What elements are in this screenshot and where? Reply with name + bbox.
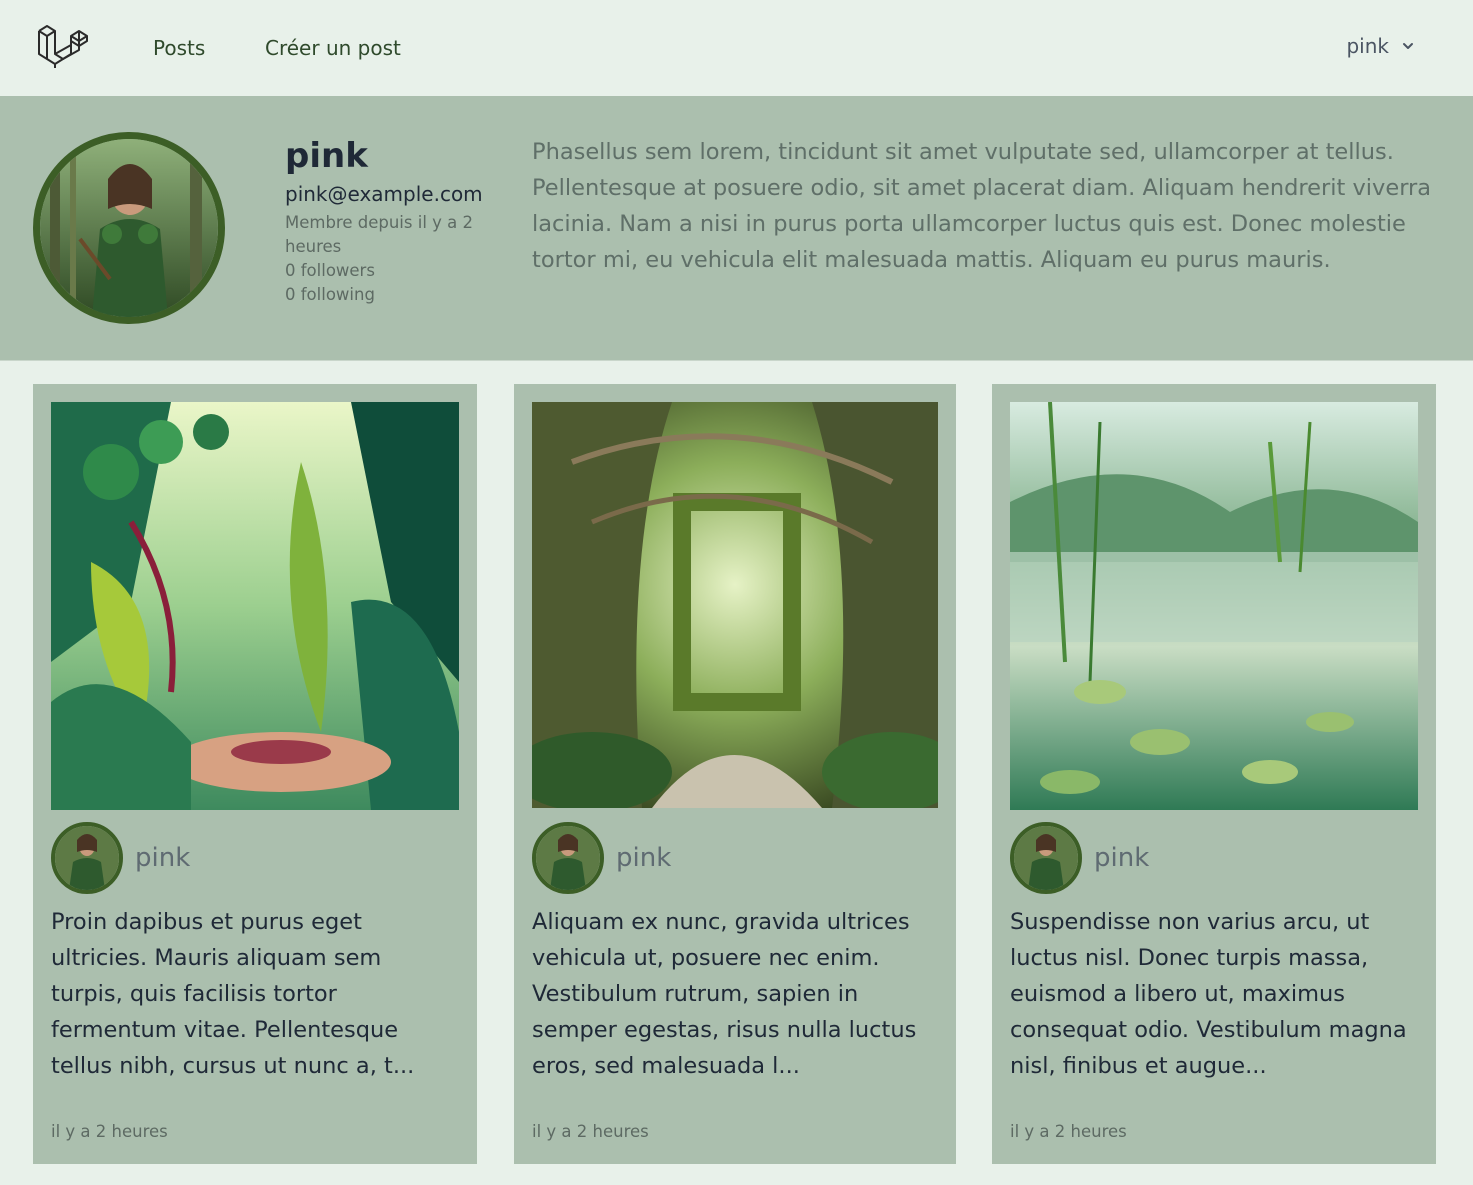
author-avatar <box>532 822 604 894</box>
user-menu-label: pink <box>1346 34 1389 58</box>
member-since: Membre depuis il y a 2 heures <box>285 213 474 256</box>
followers-count: 0 followers <box>285 261 375 280</box>
author-name[interactable]: pink <box>135 843 190 873</box>
post-excerpt: Aliquam ex nunc, gravida ultrices vehicu… <box>532 909 917 1079</box>
nav-link-posts[interactable]: Posts <box>153 36 205 60</box>
post-excerpt: Suspendisse non varius arcu, ut luctus n… <box>1010 909 1407 1079</box>
post-author[interactable]: pink <box>1010 822 1149 894</box>
profile-banner: pink pink@example.com Membre depuis il y… <box>0 96 1473 361</box>
post-author[interactable]: pink <box>532 822 671 894</box>
profile-name: pink <box>285 136 368 176</box>
post-author[interactable]: pink <box>51 822 190 894</box>
chevron-down-icon <box>1403 43 1413 49</box>
post-time: il y a 2 heures <box>532 1122 649 1141</box>
post-time: il y a 2 heures <box>51 1122 168 1141</box>
post-excerpt: Proin dapibus et purus eget ultricies. M… <box>51 909 415 1079</box>
profile-bio: Phasellus sem lorem, tincidunt sit amet … <box>532 139 1432 273</box>
nav-link-create-post[interactable]: Créer un post <box>265 36 401 60</box>
post-card[interactable]: pink Proin dapibus et purus eget ultrici… <box>33 384 477 1164</box>
author-avatar <box>51 822 123 894</box>
profile-email: pink@example.com <box>285 182 483 206</box>
profile-avatar <box>33 132 225 324</box>
following-count: 0 following <box>285 285 375 304</box>
laravel-logo-icon[interactable] <box>36 22 88 72</box>
top-navbar: Posts Créer un post pink <box>0 0 1473 96</box>
post-image[interactable] <box>1010 402 1418 810</box>
post-image[interactable] <box>532 402 938 808</box>
author-name[interactable]: pink <box>616 843 671 873</box>
post-card[interactable]: pink Aliquam ex nunc, gravida ultrices v… <box>514 384 956 1164</box>
post-image[interactable] <box>51 402 459 810</box>
profile-meta: Membre depuis il y a 2 heures 0 follower… <box>285 211 485 307</box>
post-time: il y a 2 heures <box>1010 1122 1127 1141</box>
author-avatar <box>1010 822 1082 894</box>
user-menu-dropdown[interactable]: pink <box>1346 34 1415 58</box>
author-name[interactable]: pink <box>1094 843 1149 873</box>
post-card[interactable]: pink Suspendisse non varius arcu, ut luc… <box>992 384 1436 1164</box>
